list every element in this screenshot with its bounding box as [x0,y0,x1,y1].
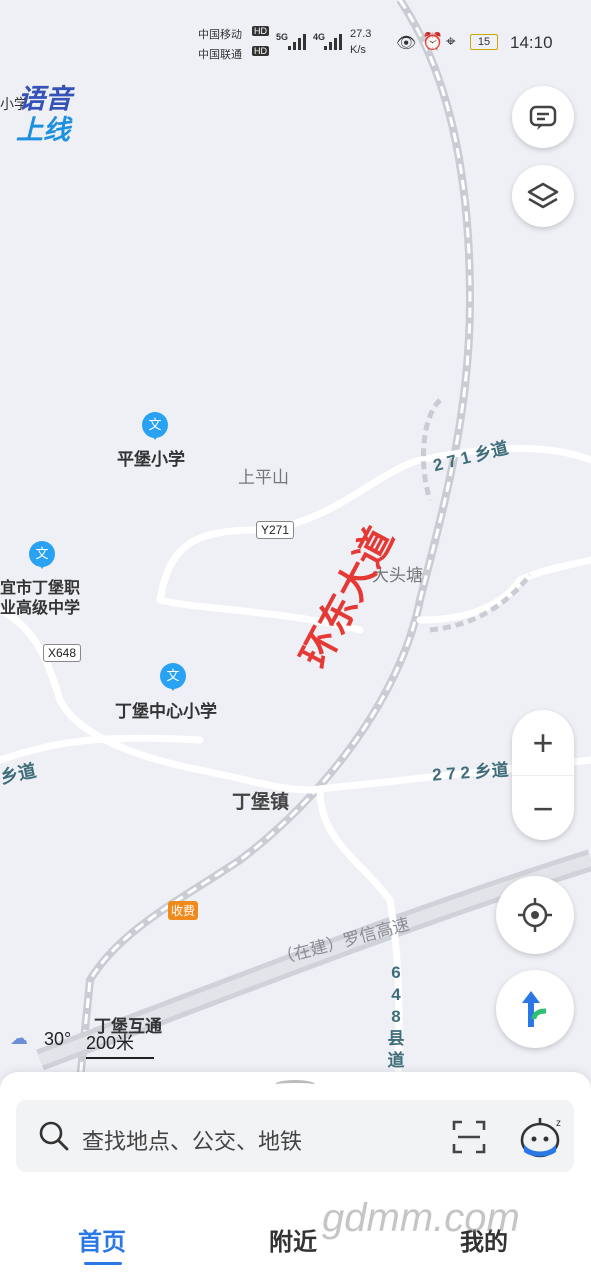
crosshair-icon [518,898,552,932]
drag-handle[interactable] [275,1080,315,1089]
watermark: gdmm.com [322,1196,520,1240]
scale-bar: 200米 [86,1029,155,1059]
voice-badge[interactable]: 语音 上线 [16,84,72,146]
poi-dingbao-zhongxin[interactable]: 丁堡中心小学 [115,697,217,722]
clock: 14:10 [510,33,553,52]
tab-nearby[interactable]: 附近 [269,1222,317,1257]
carrier-2: 中国联通 [198,49,242,61]
tab-home[interactable]: 首页 [78,1222,126,1257]
search-input[interactable]: 查找地点、公交、地铁 [82,1124,302,1156]
network-5g: 5G [276,32,289,42]
zoom-out-button[interactable]: − [512,775,574,841]
zoom-in-button[interactable]: + [512,710,574,775]
eye-icon: 👁 [396,35,417,52]
cloud-icon: ☁ [10,1028,28,1048]
layers-button[interactable] [512,165,574,227]
road-code-y271: Y271 [256,521,295,539]
signal-icon [288,34,306,50]
hd-badge-2: HD [252,46,269,56]
toll-badge: 收费 [168,901,199,920]
feedback-button[interactable] [512,86,574,148]
scan-icon[interactable] [452,1120,486,1154]
svg-text:z: z [556,1118,561,1129]
school-pin-icon[interactable]: 文 [160,663,186,691]
route-arrow-icon [522,991,547,1027]
hd-badge-1: HD [252,26,269,36]
speed-unit: K/s [350,44,366,56]
location-icon: ⌖ [446,32,456,51]
locate-button[interactable] [496,876,574,954]
road-label-648: 6 4 8 县道 [387,963,405,1070]
layers-icon [527,182,559,209]
road-code-x648: X648 [43,644,82,662]
chat-icon [529,105,557,130]
signal-icon-2 [324,34,342,50]
voice-badge-line2: 上线 [16,115,70,145]
place-shangpingshan: 上平山 [238,468,289,487]
place-dingbao-town[interactable]: 丁堡镇 [232,787,289,814]
poi-vocational-line2[interactable]: 业高级中学 [0,594,80,618]
zoom-control: + − [512,710,574,840]
poi-pingbao[interactable]: 平堡小学 [117,445,185,470]
road-label-272: 2 7 2 乡道 [431,760,510,785]
tab-home-underline [84,1262,122,1265]
search-bar[interactable]: 查找地点、公交、地铁 z [16,1100,574,1172]
search-icon [39,1121,69,1151]
voice-badge-line1: 语音 [18,84,72,114]
battery-icon: 15 [470,34,498,50]
alarm-icon: ⏰ [422,32,444,51]
assistant-icon[interactable]: z [518,1114,566,1160]
weather-temp: 30° [44,1029,72,1049]
route-button[interactable] [496,970,574,1048]
carrier-1: 中国移动 [198,29,242,41]
speed-value: 27.3 [350,28,372,40]
school-pin-icon[interactable]: 文 [142,412,168,440]
school-pin-icon[interactable]: 文 [29,541,55,569]
